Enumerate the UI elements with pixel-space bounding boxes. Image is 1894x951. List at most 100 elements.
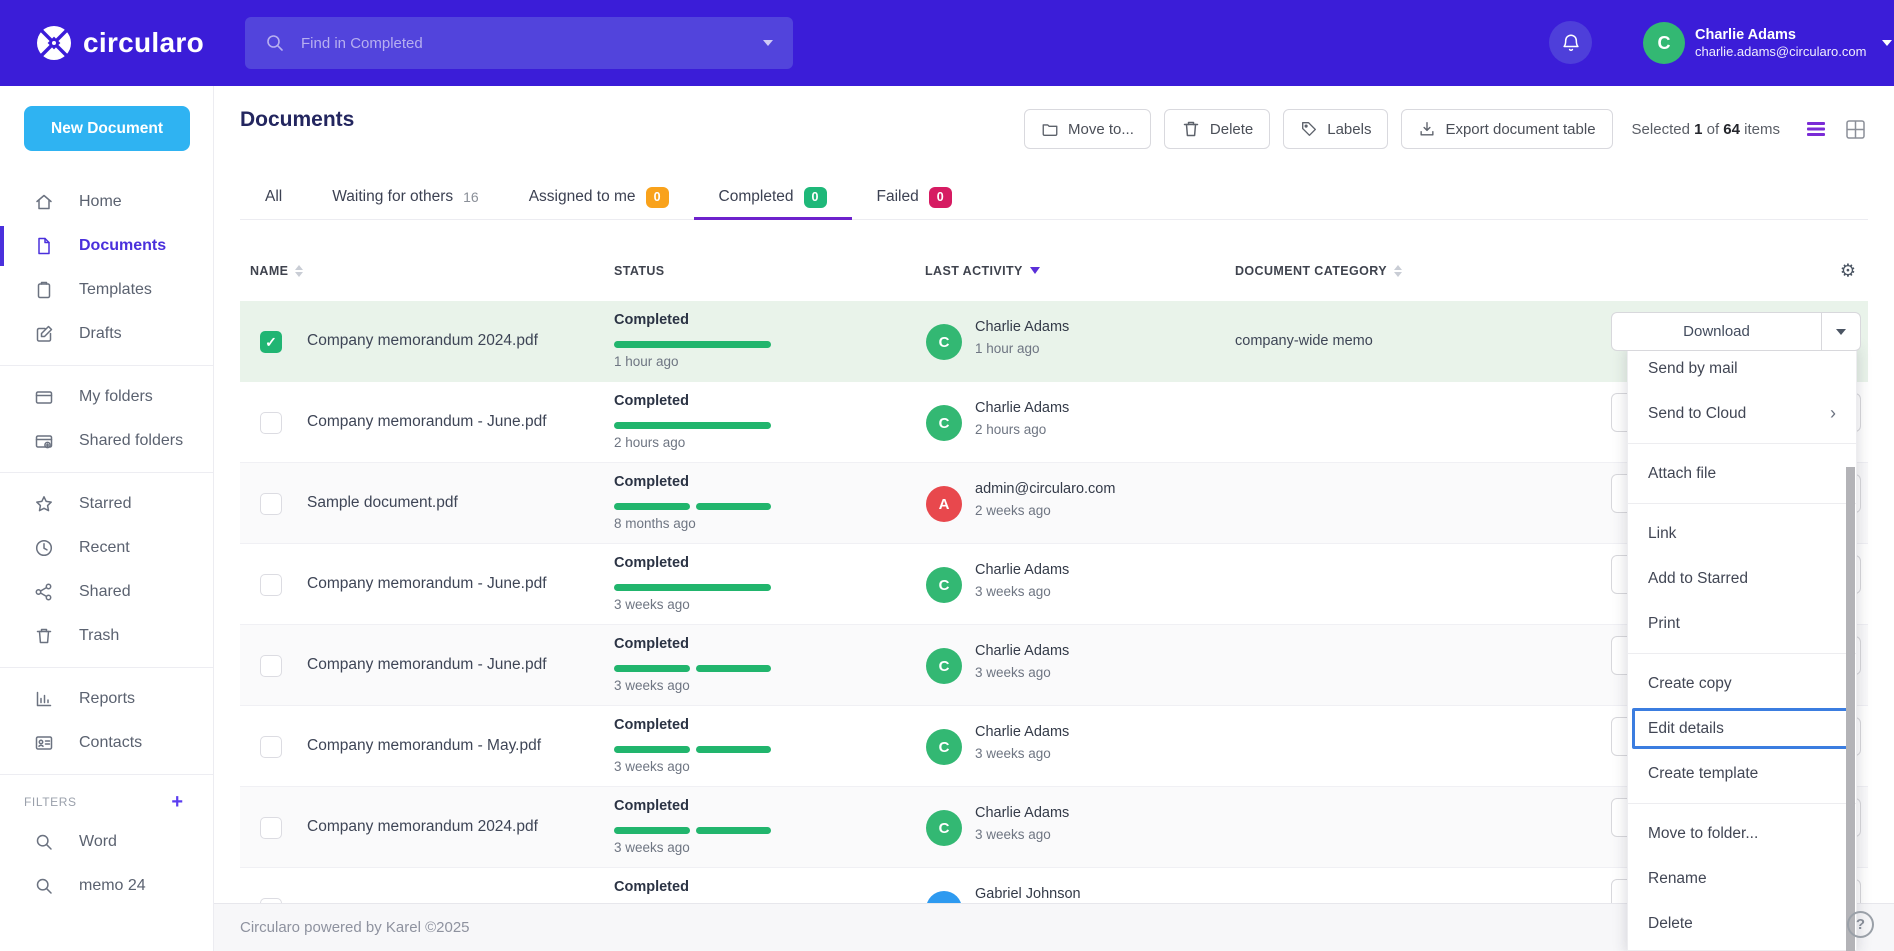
tab-failed[interactable]: Failed0 [852,175,977,219]
actor-avatar: C [926,324,962,360]
menu-item-attach-file[interactable]: Attach file [1628,451,1856,496]
sidebar-item-recent[interactable]: Recent [0,526,213,570]
column-header-name[interactable]: NAME [250,264,303,278]
table-row[interactable]: Company memorandum - June.pdfCompleted2 … [240,382,1868,463]
filter-item-memo-24[interactable]: memo 24 [0,864,213,908]
notifications-button[interactable] [1549,21,1592,64]
sidebar-item-shared[interactable]: Shared [0,570,213,614]
tab-all[interactable]: All [240,175,307,219]
grid-view-icon[interactable] [1845,119,1866,140]
trash-icon [34,626,54,646]
sidebar-item-label: Shared [79,583,131,601]
sidebar-item-drafts[interactable]: Drafts [0,312,213,356]
sidebar-item-trash[interactable]: Trash [0,614,213,658]
tab-completed[interactable]: Completed0 [694,175,852,219]
row-checkbox[interactable] [260,817,282,839]
status-label: Completed [614,798,689,814]
status-time: 8 months ago [614,516,696,531]
menu-item-delete[interactable]: Delete [1628,901,1856,946]
row-checkbox[interactable] [260,412,282,434]
row-checkbox[interactable] [260,331,282,353]
sidebar-item-label: Contacts [79,734,142,752]
clipboard-icon [34,280,54,300]
row-checkbox[interactable] [260,574,282,596]
search-input[interactable] [301,35,763,52]
sidebar-item-reports[interactable]: Reports [0,677,213,721]
row-checkbox[interactable] [260,493,282,515]
status-time: 3 weeks ago [614,840,690,855]
menu-divider [1628,653,1856,654]
help-button[interactable]: ? [1847,911,1874,938]
document-name: Company memorandum - June.pdf [307,625,547,705]
status-cell: Completed 3 weeks ago [614,787,774,867]
new-document-button[interactable]: New Document [24,106,190,151]
progress-segment [696,503,771,510]
status-progress-bar [614,341,771,348]
sidebar-item-documents[interactable]: Documents [0,224,213,268]
actor-avatar: C [926,648,962,684]
download-dropdown-toggle[interactable] [1821,313,1860,350]
sidebar-item-shared-folders[interactable]: Shared folders [0,419,213,463]
filter-item-label: Word [79,833,117,851]
tab-waiting-for-others[interactable]: Waiting for others16 [307,175,503,219]
sidebar-item-starred[interactable]: Starred [0,482,213,526]
table-row[interactable]: Company memorandum - June.pdf Completed3 … [240,625,1868,706]
list-view-icon[interactable] [1805,119,1827,139]
circularo-logo-icon [33,22,75,64]
user-menu[interactable]: C Charlie Adams charlie.adams@circularo.… [1643,22,1892,64]
app-logo[interactable]: circularo [33,22,204,64]
sidebar-item-templates[interactable]: Templates [0,268,213,312]
sidebar-nav: HomeDocumentsTemplatesDrafts My folders Sh… [0,180,213,908]
filter-item-word[interactable]: Word [0,820,213,864]
menu-item-create-copy[interactable]: Create copy [1628,661,1856,706]
column-header-category[interactable]: DOCUMENT CATEGORY [1235,264,1402,278]
column-header-last-activity[interactable]: LAST ACTIVITY [925,264,1040,278]
page-title: Documents [240,108,354,132]
add-filter-button[interactable]: + [171,792,183,812]
table-row[interactable]: Company memorandum - May.pdfCompleted3 w… [240,706,1868,787]
status-cell: Completed3 weeks ago [614,625,774,705]
menu-item-rename[interactable]: Rename [1628,856,1856,901]
table-row[interactable]: Sample document.pdfCompleted8 months ago… [240,463,1868,544]
tab-assigned-to-me[interactable]: Assigned to me0 [504,175,694,219]
menu-item-create-template[interactable]: Create template [1628,751,1856,796]
menu-item-label: Create template [1648,765,1758,783]
actor-name: Gabriel Johnson [975,886,1081,902]
menu-divider [1628,443,1856,444]
sidebar-item-label: My folders [79,388,153,406]
download-button[interactable]: Download [1612,313,1821,350]
table-row[interactable]: Company memorandum - June.pdfCompleted3 … [240,544,1868,625]
delete-button[interactable]: Delete [1164,109,1270,149]
column-header-status[interactable]: STATUS [614,264,665,278]
status-cell: Completed1 hour ago [614,301,774,381]
menu-item-send-to-cloud[interactable]: Send to Cloud› [1628,391,1856,436]
menu-item-label: Move to folder... [1648,825,1758,843]
menu-item-move-to-folder[interactable]: Move to folder... [1628,811,1856,856]
sidebar-item-my-folders[interactable]: My folders [0,375,213,419]
move-to-button[interactable]: Move to... [1024,109,1151,149]
user-menu-caret-icon [1882,40,1892,46]
row-checkbox[interactable] [260,655,282,677]
table-row[interactable]: Company memorandum 2024.pdfCompleted1 ho… [240,301,1868,382]
menu-item-edit-details[interactable]: Edit details [1628,706,1856,751]
export-document-table-button[interactable]: Export document table [1401,109,1612,149]
status-label: Completed [614,879,689,895]
row-checkbox[interactable] [260,736,282,758]
menu-scrollbar[interactable] [1846,467,1855,951]
table-row[interactable]: Company memorandum 2024.pdf Completed 3 we… [240,787,1868,868]
labels-button[interactable]: Labels [1283,109,1388,149]
menu-item-link[interactable]: Link [1628,511,1856,556]
sidebar-item-home[interactable]: Home [0,180,213,224]
status-time: 3 weeks ago [614,678,690,693]
document-name: Company memorandum 2024.pdf [307,787,538,867]
menu-item-send-by-mail[interactable]: Send by mail [1628,346,1856,391]
table-settings-gear-icon[interactable]: ⚙ [1840,260,1856,281]
document-name: Sample document.pdf [307,463,458,543]
global-search[interactable] [245,17,793,69]
sidebar-item-contacts[interactable]: Contacts [0,721,213,765]
search-scope-caret-icon[interactable] [763,40,773,46]
user-avatar: C [1643,22,1685,64]
menu-item-add-to-starred[interactable]: Add to Starred [1628,556,1856,601]
menu-item-print[interactable]: Print [1628,601,1856,646]
last-activity-time: 3 weeks ago [975,827,1051,842]
